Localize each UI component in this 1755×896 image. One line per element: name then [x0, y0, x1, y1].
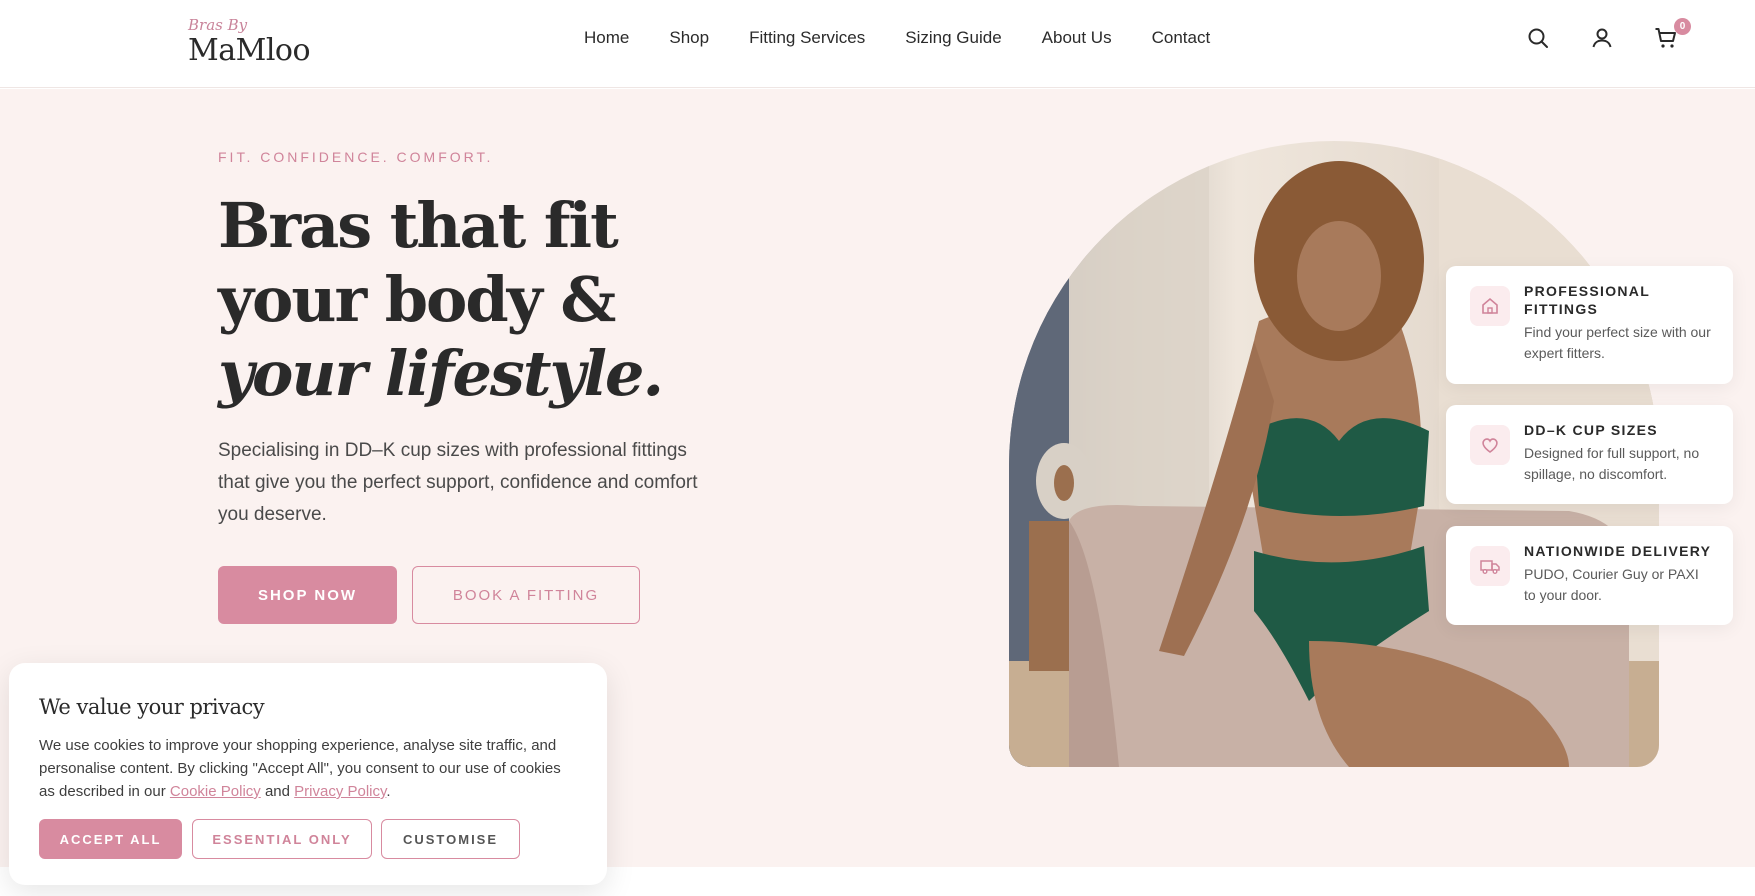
- hero-headline: Bras that fit your body & your lifestyle…: [218, 189, 778, 411]
- feature-card-cup-sizes: DD–K CUP SIZES Designed for full support…: [1446, 405, 1733, 504]
- search-icon[interactable]: [1526, 26, 1550, 50]
- nav-contact[interactable]: Contact: [1152, 28, 1211, 48]
- home-icon: [1470, 286, 1510, 326]
- book-fitting-button[interactable]: BOOK A FITTING: [412, 566, 640, 624]
- hero-eyebrow: FIT. CONFIDENCE. COMFORT.: [218, 149, 494, 165]
- headline-text: Bras that fit your body &: [218, 189, 619, 336]
- cookie-title: We value your privacy: [39, 695, 265, 719]
- cookie-policy-link[interactable]: Cookie Policy: [170, 783, 261, 800]
- feature-card-fittings: PROFESSIONAL FITTINGS Find your perfect …: [1446, 266, 1733, 384]
- shop-now-button[interactable]: SHOP NOW: [218, 566, 397, 624]
- cookie-text-and: and: [260, 783, 295, 800]
- feature-title: DD–K CUP SIZES: [1524, 422, 1658, 438]
- feature-desc: Designed for full support, no spillage, …: [1524, 445, 1700, 482]
- feature-desc: PUDO, Courier Guy or PAXI to your door.: [1524, 566, 1699, 603]
- logo-name: MaMloo: [188, 33, 311, 68]
- nav-shop[interactable]: Shop: [669, 28, 709, 48]
- user-icon[interactable]: [1590, 26, 1614, 50]
- cookie-text-end: .: [386, 783, 391, 800]
- nav-fitting-services[interactable]: Fitting Services: [749, 28, 865, 48]
- feature-title: PROFESSIONAL FITTINGS: [1524, 283, 1650, 317]
- headline-italic: your lifestyle.: [218, 337, 664, 410]
- main-nav: Home Shop Fitting Services Sizing Guide …: [584, 28, 1210, 48]
- accept-all-button[interactable]: ACCEPT ALL: [39, 819, 182, 859]
- site-header: Bras By MaMloo Home Shop Fitting Service…: [0, 0, 1755, 88]
- privacy-policy-link[interactable]: Privacy Policy: [294, 783, 386, 800]
- nav-about-us[interactable]: About Us: [1042, 28, 1112, 48]
- cart-icon[interactable]: 0: [1654, 18, 1691, 50]
- cookie-text: We use cookies to improve your shopping …: [39, 734, 579, 803]
- header-icons: 0: [1526, 18, 1691, 50]
- cart-count-badge: 0: [1674, 18, 1691, 35]
- customise-button[interactable]: CUSTOMISE: [381, 819, 520, 859]
- feature-card-delivery: NATIONWIDE DELIVERY PUDO, Courier Guy or…: [1446, 526, 1733, 625]
- cookie-consent-banner: We value your privacy We use cookies to …: [9, 663, 607, 885]
- logo-prefix: Bras By: [188, 16, 248, 34]
- feature-title: NATIONWIDE DELIVERY: [1524, 543, 1712, 559]
- feature-desc: Find your perfect size with our expert f…: [1524, 324, 1711, 361]
- truck-icon: [1470, 546, 1510, 586]
- hero-description: Specialising in DD–K cup sizes with prof…: [218, 440, 698, 525]
- nav-home[interactable]: Home: [584, 28, 629, 48]
- heart-icon: [1470, 425, 1510, 465]
- nav-sizing-guide[interactable]: Sizing Guide: [905, 28, 1001, 48]
- essential-only-button[interactable]: ESSENTIAL ONLY: [192, 819, 372, 859]
- brand-logo[interactable]: Bras By MaMloo: [188, 16, 311, 68]
